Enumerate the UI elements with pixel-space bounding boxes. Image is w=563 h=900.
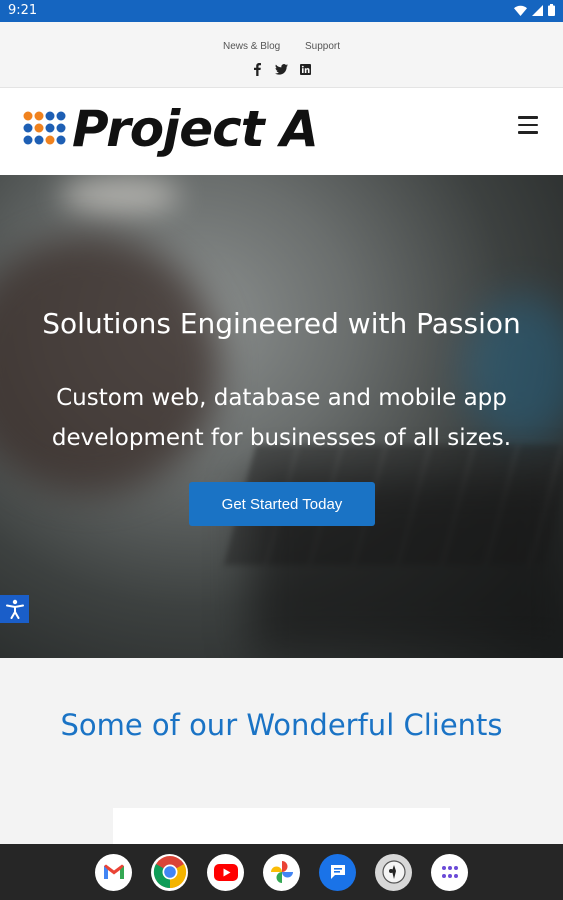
news-blog-link[interactable]: News & Blog xyxy=(223,41,280,52)
clients-section: Some of our Wonderful Clients xyxy=(0,658,563,848)
hamburger-menu-icon[interactable] xyxy=(518,116,538,134)
twitter-icon[interactable] xyxy=(275,62,289,76)
project-a-logo[interactable]: Project A xyxy=(20,100,319,158)
logo-dots-icon xyxy=(23,111,66,145)
support-link[interactable]: Support xyxy=(305,41,340,52)
system-icons xyxy=(514,4,555,16)
chrome-icon[interactable] xyxy=(151,853,188,891)
hero-headline: Solutions Engineered with Passion xyxy=(42,307,521,340)
social-links xyxy=(0,62,563,76)
battery-icon xyxy=(548,4,555,16)
taskbar xyxy=(0,844,563,900)
hero-section: Solutions Engineered with Passion Custom… xyxy=(0,175,563,658)
facebook-icon[interactable] xyxy=(251,62,265,76)
photos-icon[interactable] xyxy=(263,853,300,891)
hero-subhead: Custom web, database and mobile app deve… xyxy=(51,385,512,451)
signal-icon xyxy=(532,4,543,16)
app-icon[interactable] xyxy=(375,853,412,891)
accessibility-icon[interactable] xyxy=(0,595,29,623)
site-header: Project A xyxy=(0,88,563,175)
utility-bar: News & Blog Support xyxy=(0,22,563,88)
get-started-button[interactable]: Get Started Today xyxy=(189,482,375,526)
messages-icon[interactable] xyxy=(319,853,356,891)
status-bar: 9:21 xyxy=(0,0,563,22)
gmail-icon[interactable] xyxy=(95,853,132,891)
clients-title: Some of our Wonderful Clients xyxy=(60,708,503,742)
utility-links: News & Blog Support xyxy=(0,41,563,52)
youtube-icon[interactable] xyxy=(207,853,244,891)
client-logo-card xyxy=(113,808,450,848)
logo-text: Project A xyxy=(72,100,319,158)
linkedin-icon[interactable] xyxy=(299,62,313,76)
wifi-icon xyxy=(514,5,527,16)
app-drawer-icon[interactable] xyxy=(431,853,468,891)
status-time: 9:21 xyxy=(8,3,38,18)
